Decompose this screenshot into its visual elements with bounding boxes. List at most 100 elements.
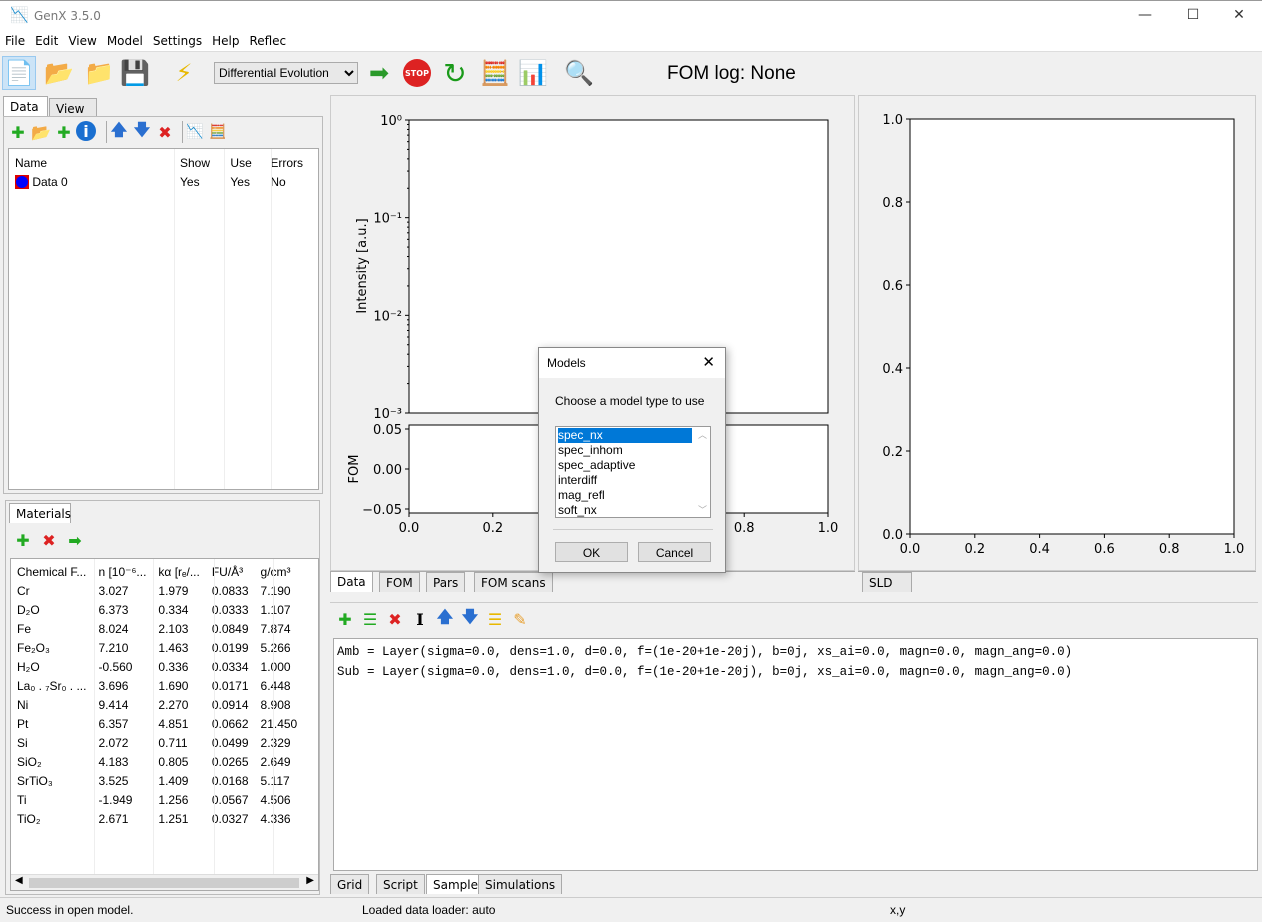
- move-up-icon[interactable]: 🡅: [108, 120, 130, 143]
- simulate-icon[interactable]: ⚡: [167, 56, 201, 90]
- save-icon[interactable]: 💾: [118, 56, 152, 90]
- layer-line-amb[interactable]: Amb = Layer(sigma=0.0, dens=1.0, d=0.0, …: [337, 642, 1254, 662]
- material-row[interactable]: SrTiO₃ 3.525 1.409 0.0168 5.117: [11, 771, 303, 790]
- calc-errorbars-icon[interactable]: 🧮: [478, 56, 512, 90]
- rename-icon[interactable]: I: [409, 608, 431, 630]
- materials-col-header[interactable]: kα [rₑ/...: [152, 562, 205, 581]
- tab-grid[interactable]: Grid: [330, 874, 370, 894]
- tab-simulations[interactable]: Simulations: [478, 874, 563, 894]
- materials-col-header[interactable]: g/cm³: [255, 562, 304, 581]
- scroll-right-icon[interactable]: ▶: [306, 875, 314, 886]
- scan-parameters-icon[interactable]: 📊: [516, 56, 550, 90]
- scroll-up-icon[interactable]: ︿: [698, 428, 707, 441]
- layer-line-sub[interactable]: Sub = Layer(sigma=0.0, dens=1.0, d=0.0, …: [337, 662, 1254, 682]
- tab-plot-data[interactable]: Data: [330, 572, 373, 592]
- tab-script[interactable]: Script: [376, 874, 425, 894]
- material-row[interactable]: Pt 6.357 4.851 0.0662 21.450: [11, 714, 303, 733]
- toolbar-divider: [97, 121, 107, 143]
- open-icon[interactable]: 📁: [82, 56, 116, 90]
- maximize-button[interactable]: ☐: [1178, 7, 1208, 23]
- import-data-icon[interactable]: 📂: [30, 121, 52, 143]
- add-layer-icon[interactable]: ✚: [334, 608, 356, 630]
- model-option[interactable]: spec_nx: [558, 428, 692, 443]
- material-row[interactable]: SiO₂ 4.183 0.805 0.0265 2.649: [11, 752, 303, 771]
- algorithm-select[interactable]: Differential Evolution: [214, 62, 358, 84]
- materials-col-header[interactable]: Chemical F...: [11, 562, 92, 581]
- material-row[interactable]: Si 2.072 0.711 0.0499 2.329: [11, 733, 303, 752]
- col-errors[interactable]: Errors: [264, 153, 318, 172]
- add-material-icon[interactable]: ✚: [12, 529, 34, 551]
- model-option[interactable]: soft_nx: [558, 503, 692, 518]
- material-row[interactable]: Cr 3.027 1.979 0.0833 7.190: [11, 581, 303, 600]
- materials-col-header[interactable]: n [10⁻⁶...: [92, 562, 152, 581]
- new-from-file-icon[interactable]: 📂: [42, 56, 76, 90]
- menu-settings[interactable]: Settings: [148, 30, 207, 48]
- delete-icon[interactable]: ✖: [154, 121, 176, 143]
- dialog-title-bar: Models ✕: [539, 348, 725, 378]
- add-simulation-icon[interactable]: ✚: [53, 121, 75, 143]
- add-stack-icon[interactable]: ☰: [359, 608, 381, 630]
- scroll-down-icon[interactable]: ﹀: [698, 503, 707, 516]
- stop-icon[interactable]: STOP: [403, 59, 431, 87]
- add-data-icon[interactable]: ✚: [7, 121, 29, 143]
- minimize-button[interactable]: —: [1130, 7, 1160, 23]
- col-use[interactable]: Use: [224, 153, 264, 172]
- zoom-icon[interactable]: 🔍: [562, 56, 596, 90]
- menu-help[interactable]: Help: [207, 30, 244, 48]
- restart-fit-icon[interactable]: ↻: [438, 56, 472, 90]
- model-option[interactable]: interdiff: [558, 473, 692, 488]
- calculator-icon[interactable]: 🧮: [207, 121, 229, 143]
- tab-plot-fom-scans[interactable]: FOM scans: [474, 572, 553, 592]
- model-option[interactable]: spec_inhom: [558, 443, 692, 458]
- col-show[interactable]: Show: [174, 153, 224, 172]
- menu-edit[interactable]: Edit: [30, 30, 63, 48]
- menu-model[interactable]: Model: [102, 30, 148, 48]
- tab-plot-fom[interactable]: FOM: [379, 572, 420, 592]
- dialog-close-button[interactable]: ✕: [702, 353, 715, 371]
- scrollbar-thumb[interactable]: [29, 878, 299, 888]
- sample-text[interactable]: Amb = Layer(sigma=0.0, dens=1.0, d=0.0, …: [333, 638, 1258, 871]
- plot-settings-icon[interactable]: 📉: [184, 121, 206, 143]
- tab-materials[interactable]: Materials: [9, 503, 71, 523]
- tab-view[interactable]: View: [49, 98, 97, 118]
- ok-button[interactable]: OK: [555, 542, 628, 562]
- new-model-icon[interactable]: 📄: [2, 56, 36, 90]
- model-option[interactable]: spec_adaptive: [558, 458, 692, 473]
- delete-layer-icon[interactable]: ✖: [384, 608, 406, 630]
- move-down-icon[interactable]: 🡇: [131, 120, 153, 143]
- menu-reflec[interactable]: Reflec: [244, 30, 291, 48]
- start-fit-icon[interactable]: ➡: [362, 56, 396, 90]
- tab-sld[interactable]: SLD: [862, 572, 912, 592]
- material-row[interactable]: D₂O 6.373 0.334 0.0333 1.107: [11, 600, 303, 619]
- material-row[interactable]: H₂O -0.560 0.336 0.0334 1.000: [11, 657, 303, 676]
- instrument-settings-icon[interactable]: ✎: [509, 608, 531, 630]
- material-row[interactable]: Ti -1.949 1.256 0.0567 4.506: [11, 790, 303, 809]
- cancel-button[interactable]: Cancel: [638, 542, 711, 562]
- apply-material-icon[interactable]: ➡: [64, 529, 86, 551]
- move-down-icon[interactable]: 🡇: [459, 607, 481, 630]
- material-row[interactable]: Fe₂O₃ 7.210 1.463 0.0199 5.266: [11, 638, 303, 657]
- move-up-icon[interactable]: 🡅: [434, 607, 456, 630]
- tab-plot-pars[interactable]: Pars: [426, 572, 466, 592]
- tab-sample[interactable]: Sample: [426, 874, 485, 894]
- title-bar: 📉 GenX 3.5.0 — ☐ ✕: [0, 0, 1262, 30]
- material-cell: 2.103: [158, 621, 189, 636]
- material-row[interactable]: Ni 9.414 2.270 0.0914 8.908: [11, 695, 303, 714]
- col-name[interactable]: Name: [9, 153, 174, 172]
- delete-material-icon[interactable]: ✖: [38, 529, 60, 551]
- material-row[interactable]: La₀ . ₇Sr₀ . ... 3.696 1.690 0.0171 6.448: [11, 676, 303, 695]
- menu-view[interactable]: View: [63, 30, 101, 48]
- horizontal-scrollbar[interactable]: ◀ ▶: [11, 874, 318, 890]
- data-name: Data 0: [32, 174, 68, 189]
- material-row[interactable]: TiO₂ 2.671 1.251 0.0327 4.336: [11, 809, 303, 828]
- close-button[interactable]: ✕: [1224, 7, 1254, 23]
- tab-data[interactable]: Data: [3, 96, 48, 116]
- sld-plot[interactable]: 1.0 0.8 0.6 0.4 0.2 0.00.0 0.2 0.4 0.6 0.8 1.0: [859, 96, 1257, 572]
- menu-file[interactable]: File: [0, 30, 30, 48]
- sample-parameters-icon[interactable]: ☰: [484, 608, 506, 630]
- material-row[interactable]: Fe 8.024 2.103 0.0849 7.874: [11, 619, 303, 638]
- model-listbox[interactable]: spec_nx spec_inhom spec_adaptive interdiff m…: [555, 426, 711, 518]
- scroll-left-icon[interactable]: ◀: [15, 875, 23, 886]
- model-option[interactable]: mag_refl: [558, 488, 692, 503]
- info-icon[interactable]: i: [76, 121, 96, 141]
